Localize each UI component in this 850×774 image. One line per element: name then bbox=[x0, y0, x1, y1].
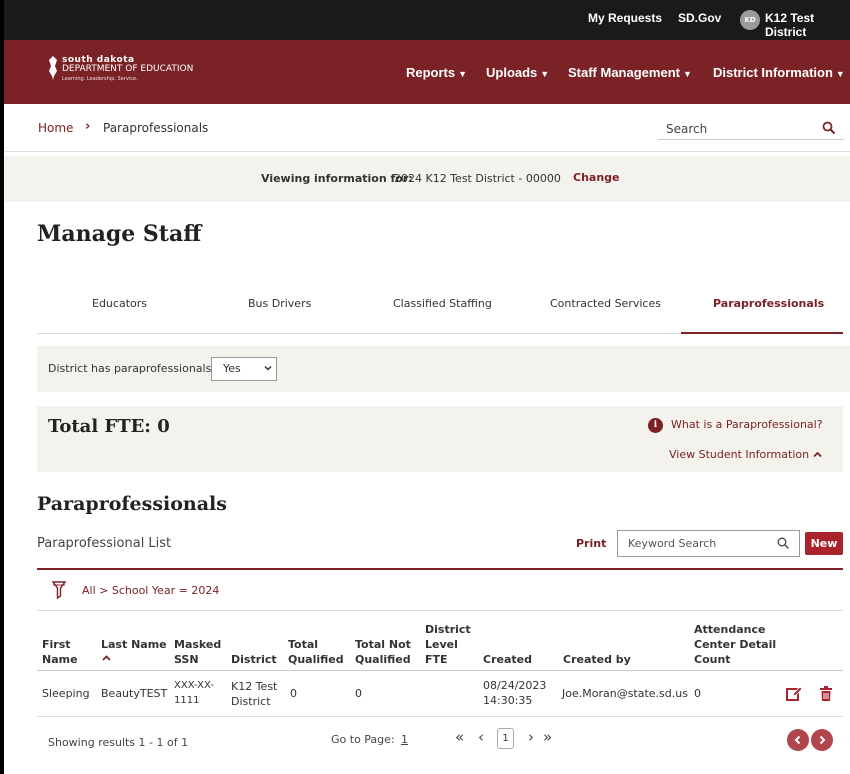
nav-reports[interactable]: Reports ▼ bbox=[406, 65, 467, 80]
cell-total-qualified: 0 bbox=[290, 687, 297, 700]
what-is-para-link[interactable]: What is a Paraprofessional? bbox=[671, 418, 823, 431]
active-filter[interactable]: All > School Year = 2024 bbox=[82, 584, 219, 597]
view-student-info-toggle[interactable]: View Student Information bbox=[669, 448, 822, 461]
cell-total-not-qualified: 0 bbox=[355, 687, 362, 700]
chevron-down-icon bbox=[264, 365, 272, 371]
cell-attendance-count: 0 bbox=[694, 687, 701, 700]
avatar[interactable]: KD bbox=[740, 10, 760, 30]
trash-icon[interactable] bbox=[820, 686, 832, 701]
col-masked-ssn[interactable]: Masked SSN bbox=[174, 637, 221, 667]
last-page-icon[interactable]: » bbox=[543, 728, 552, 746]
col-created[interactable]: Created bbox=[483, 652, 532, 667]
main-nav: south dakota DEPARTMENT OF EDUCATION Lea… bbox=[4, 40, 850, 104]
cell-last-name: BeautyTEST bbox=[101, 687, 168, 700]
breadcrumb-home[interactable]: Home bbox=[38, 121, 73, 135]
col-created-by[interactable]: Created by bbox=[563, 652, 631, 667]
search-icon[interactable] bbox=[822, 121, 836, 135]
caret-down-icon: ▼ bbox=[540, 69, 550, 79]
state-outline-icon bbox=[49, 56, 57, 80]
scroll-left-button[interactable] bbox=[787, 729, 809, 751]
cell-first-name: Sleeping bbox=[42, 687, 90, 700]
new-button[interactable]: New bbox=[805, 532, 843, 555]
tab-bus-drivers[interactable]: Bus Drivers bbox=[248, 297, 311, 310]
breadcrumb: Home › Paraprofessionals bbox=[4, 104, 850, 152]
viewing-info-bar: Viewing information for: 2024 K12 Test D… bbox=[4, 156, 850, 202]
sort-ascending-icon[interactable] bbox=[102, 655, 111, 661]
next-page-icon[interactable]: › bbox=[528, 728, 534, 746]
first-page-icon[interactable]: « bbox=[455, 728, 464, 746]
chevron-right-icon bbox=[819, 735, 826, 745]
col-last-name[interactable]: Last Name bbox=[101, 637, 167, 652]
my-requests-link[interactable]: My Requests bbox=[588, 11, 662, 25]
col-first-name[interactable]: First Name bbox=[42, 637, 78, 667]
fte-panel: Total FTE: 0 i What is a Paraprofessiona… bbox=[37, 406, 843, 472]
prev-page-icon[interactable]: ‹ bbox=[478, 728, 484, 746]
header-divider bbox=[37, 670, 843, 671]
viewing-label: Viewing information for: bbox=[261, 172, 413, 185]
tab-contracted-services[interactable]: Contracted Services bbox=[550, 297, 661, 310]
search-icon[interactable] bbox=[777, 537, 790, 550]
section-title: Paraprofessionals bbox=[37, 493, 227, 515]
caret-down-icon: ▼ bbox=[682, 69, 692, 79]
tab-paraprofessionals[interactable]: Paraprofessionals bbox=[713, 297, 824, 310]
page-title: Manage Staff bbox=[37, 221, 202, 247]
chevron-up-icon bbox=[812, 451, 822, 458]
results-count: Showing results 1 - 1 of 1 bbox=[48, 736, 189, 749]
breadcrumb-current: Paraprofessionals bbox=[103, 121, 209, 135]
filter-divider bbox=[37, 610, 843, 611]
sd-doe-logo[interactable]: south dakota DEPARTMENT OF EDUCATION Lea… bbox=[48, 54, 248, 88]
tab-classified-staffing[interactable]: Classified Staffing bbox=[393, 297, 492, 310]
user-menu[interactable]: K12 Test District bbox=[765, 11, 850, 39]
nav-uploads[interactable]: Uploads ▼ bbox=[486, 65, 549, 80]
has-paras-selected: Yes bbox=[223, 362, 241, 375]
scroll-right-button[interactable] bbox=[811, 729, 833, 751]
cell-masked-ssn: XXX-XX- 1111 bbox=[174, 680, 214, 706]
filter-icon[interactable] bbox=[52, 580, 66, 600]
edit-icon[interactable] bbox=[786, 686, 803, 702]
nav-district-information[interactable]: District Information ▼ bbox=[713, 65, 845, 80]
row-divider bbox=[37, 716, 843, 717]
has-paras-label: District has paraprofessionals bbox=[48, 362, 212, 375]
list-label: Paraprofessional List bbox=[37, 536, 172, 551]
nav-staff-management[interactable]: Staff Management ▼ bbox=[568, 65, 692, 80]
total-fte: Total FTE: 0 bbox=[48, 416, 170, 437]
caret-down-icon: ▼ bbox=[458, 69, 468, 79]
col-total-qualified[interactable]: Total Qualified bbox=[288, 637, 344, 667]
caret-down-icon: ▼ bbox=[835, 69, 845, 79]
current-page[interactable]: 1 bbox=[497, 728, 514, 749]
search-input[interactable] bbox=[658, 118, 844, 140]
chevron-left-icon bbox=[794, 735, 801, 745]
goto-page-label: Go to Page: bbox=[331, 733, 395, 746]
col-total-not-qualified[interactable]: Total Not Qualified bbox=[355, 637, 411, 667]
col-district-level-fte[interactable]: District Level FTE bbox=[425, 622, 471, 667]
viewing-value: 2024 K12 Test District - 00000 bbox=[394, 172, 561, 185]
change-link[interactable]: Change bbox=[573, 171, 620, 184]
cell-created: 08/24/2023 14:30:35 bbox=[483, 679, 547, 707]
logo-tagline: Learning. Leadership. Service. bbox=[62, 76, 138, 82]
info-icon: i bbox=[648, 418, 663, 433]
cell-created-by: Joe.Moran@state.sd.us bbox=[562, 687, 688, 700]
has-paras-panel: District has paraprofessionals Yes bbox=[37, 346, 850, 392]
col-attendance-count[interactable]: Attendance Center Detail Count bbox=[694, 622, 776, 667]
print-link[interactable]: Print bbox=[576, 537, 606, 550]
col-district[interactable]: District bbox=[231, 652, 277, 667]
active-tab-indicator bbox=[681, 332, 843, 334]
goto-page-input[interactable]: 1 bbox=[401, 733, 408, 746]
list-divider bbox=[37, 568, 843, 570]
breadcrumb-separator-icon: › bbox=[85, 119, 91, 134]
keyword-search-input[interactable] bbox=[617, 530, 800, 557]
tab-educators[interactable]: Educators bbox=[92, 297, 147, 310]
utility-bar: My Requests SD.Gov KD K12 Test District bbox=[4, 0, 850, 40]
sdgov-link[interactable]: SD.Gov bbox=[678, 11, 721, 25]
logo-line-2: DEPARTMENT OF EDUCATION bbox=[62, 64, 194, 74]
has-paras-select[interactable]: Yes bbox=[211, 357, 277, 381]
cell-district: K12 Test District bbox=[231, 680, 278, 708]
